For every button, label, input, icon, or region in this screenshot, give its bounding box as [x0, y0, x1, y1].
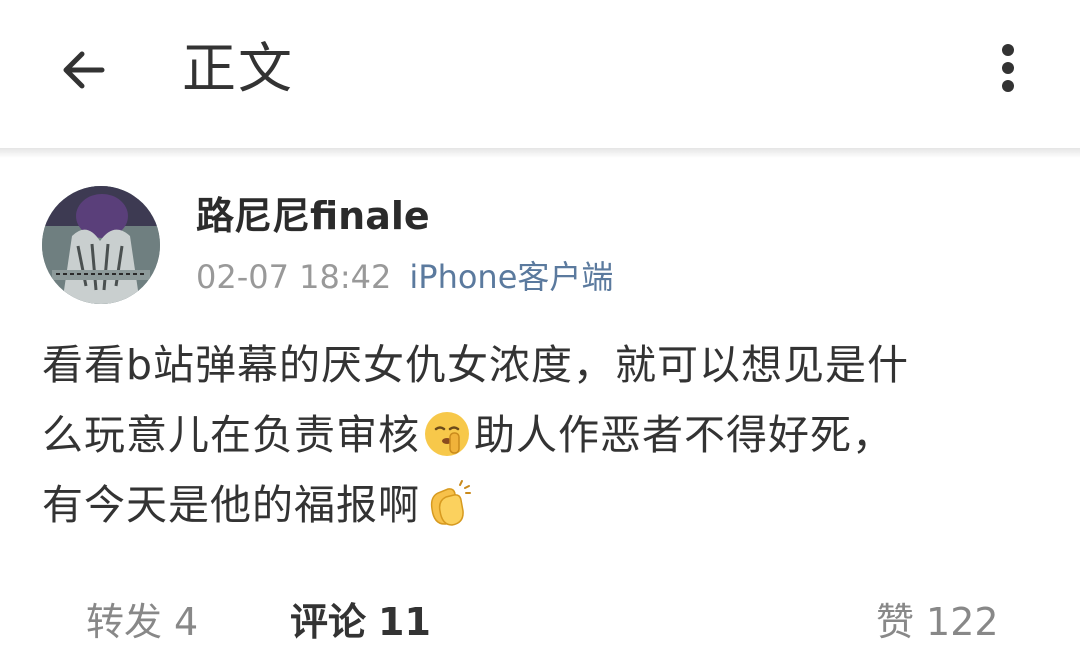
- content-text-line3: 有今天是他的福报啊: [42, 481, 420, 529]
- repost-label: 转发: [86, 600, 163, 644]
- avatar-image: [42, 186, 160, 304]
- post-meta: 02-07 18:42 iPhone客户端: [196, 254, 613, 300]
- post-source[interactable]: iPhone客户端: [409, 258, 613, 296]
- post-content: 看看b站弹幕的厌女仇女浓度，就可以想见是什 么玩意儿在负责审核 助人作恶者不得好…: [42, 330, 1042, 540]
- comment-label: 评论: [290, 600, 367, 644]
- page-title: 正文: [182, 37, 294, 100]
- content-text-line2a: 么玩意儿在负责审核: [42, 411, 420, 459]
- repost-count: 4: [174, 600, 199, 644]
- content-text-line2b: 助人作恶者不得好死，: [474, 411, 894, 459]
- like-label: 赞: [876, 600, 915, 644]
- author-name[interactable]: 路尼尼finale: [196, 190, 430, 242]
- content-text-line1: 看看b站弹幕的厌女仇女浓度，就可以想见是什: [42, 341, 910, 389]
- like-count: 122: [926, 600, 999, 644]
- like-button[interactable]: 赞 122: [876, 592, 999, 652]
- post-actions-bar: 转发 4 评论 11 赞 122: [0, 592, 1080, 652]
- comment-tab[interactable]: 评论 11: [290, 592, 431, 652]
- more-vertical-icon: [1002, 44, 1014, 56]
- shushing-face-emoji: [425, 412, 469, 456]
- more-options-button[interactable]: [984, 38, 1032, 98]
- avatar[interactable]: [42, 186, 160, 304]
- top-bar: 正文: [0, 0, 1080, 148]
- repost-button[interactable]: 转发 4: [86, 592, 198, 652]
- post-time: 02-07 18:42: [196, 258, 392, 296]
- header-divider: [0, 148, 1080, 158]
- back-button[interactable]: [52, 38, 116, 102]
- comment-count: 11: [378, 600, 431, 644]
- clapping-hands-emoji: [430, 480, 471, 526]
- back-arrow-icon: [63, 51, 105, 89]
